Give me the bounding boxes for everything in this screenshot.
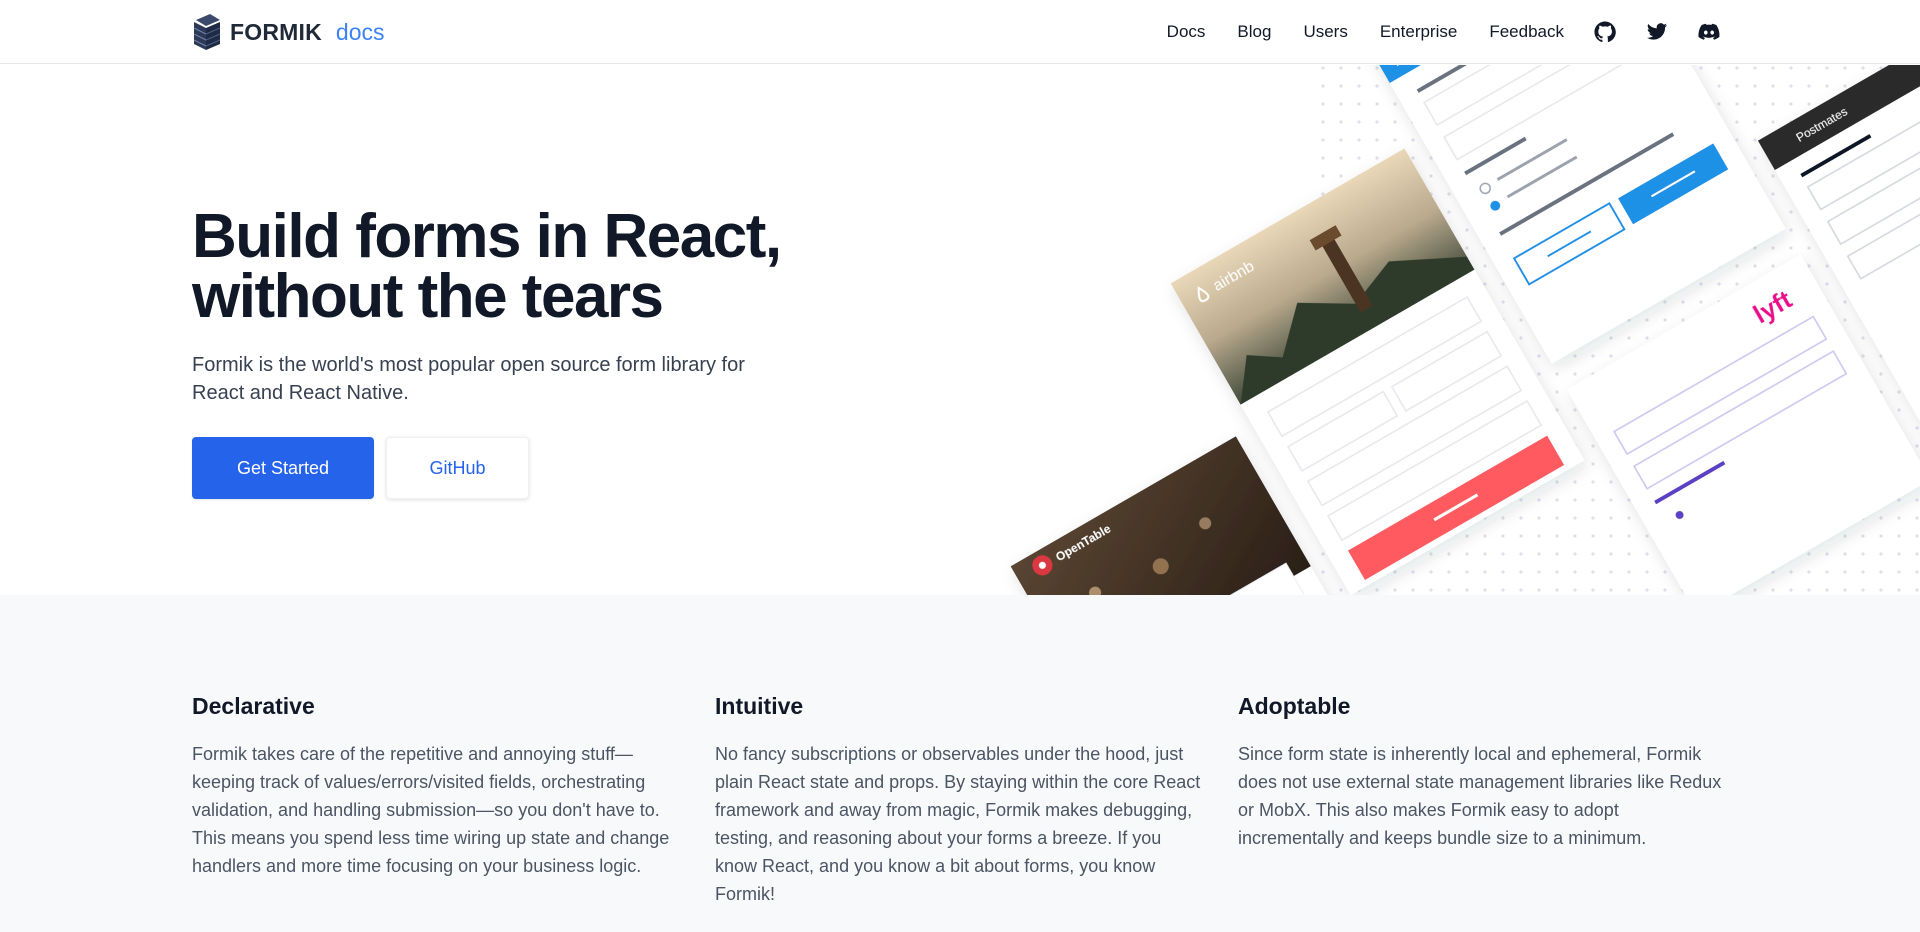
feature-body: No fancy subscriptions or observables un… <box>715 744 1201 904</box>
feature-title: Intuitive <box>715 693 804 719</box>
nav-users[interactable]: Users <box>1303 22 1347 42</box>
feature-title: Adoptable <box>1238 693 1351 719</box>
nav-feedback[interactable]: Feedback <box>1489 22 1564 42</box>
logo-text: FORMIK <box>230 18 322 45</box>
features-section: Declarative Formik takes care of the rep… <box>0 595 1920 932</box>
logo-docs-label: docs <box>335 18 385 45</box>
formik-logo-icon <box>193 14 221 50</box>
feature-title: Declarative <box>192 693 315 719</box>
hero-subtitle: Formik is the world's most popular open … <box>192 354 745 404</box>
hero-title-line-2: without the tears <box>192 262 664 331</box>
feature-body: Since form state is inherently local and… <box>1238 744 1722 848</box>
hero-section: Build forms in React, without the tears … <box>0 65 1920 595</box>
github-button[interactable]: GitHub <box>386 437 529 499</box>
top-navbar: FORMIK docs Docs Blog Users Enterprise F… <box>0 0 1920 64</box>
hero-title: Build forms in React, without the tears <box>192 206 842 328</box>
hero-title-line-1: Build forms in React, <box>192 202 782 271</box>
formik-logo[interactable]: FORMIK docs <box>192 12 385 52</box>
get-started-button[interactable]: Get Started <box>192 437 374 499</box>
nav-blog[interactable]: Blog <box>1237 22 1271 42</box>
feature-declarative: Declarative Formik takes care of the rep… <box>192 693 682 880</box>
nav-docs[interactable]: Docs <box>1167 22 1206 42</box>
feature-intuitive: Intuitive No fancy subscriptions or obse… <box>715 693 1205 908</box>
nav-enterprise[interactable]: Enterprise <box>1380 22 1457 42</box>
feature-body: Formik takes care of the repetitive and … <box>192 744 670 876</box>
feature-adoptable: Adoptable Since form state is inherently… <box>1238 693 1728 852</box>
github-icon[interactable] <box>1594 21 1616 43</box>
twitter-icon[interactable] <box>1646 21 1668 43</box>
discord-icon[interactable] <box>1698 21 1720 43</box>
form-examples-illustration: OpenTable ★★★★★ airbnb <box>1010 65 1920 595</box>
main-nav: Docs Blog Users Enterprise Feedback <box>1135 0 1720 64</box>
